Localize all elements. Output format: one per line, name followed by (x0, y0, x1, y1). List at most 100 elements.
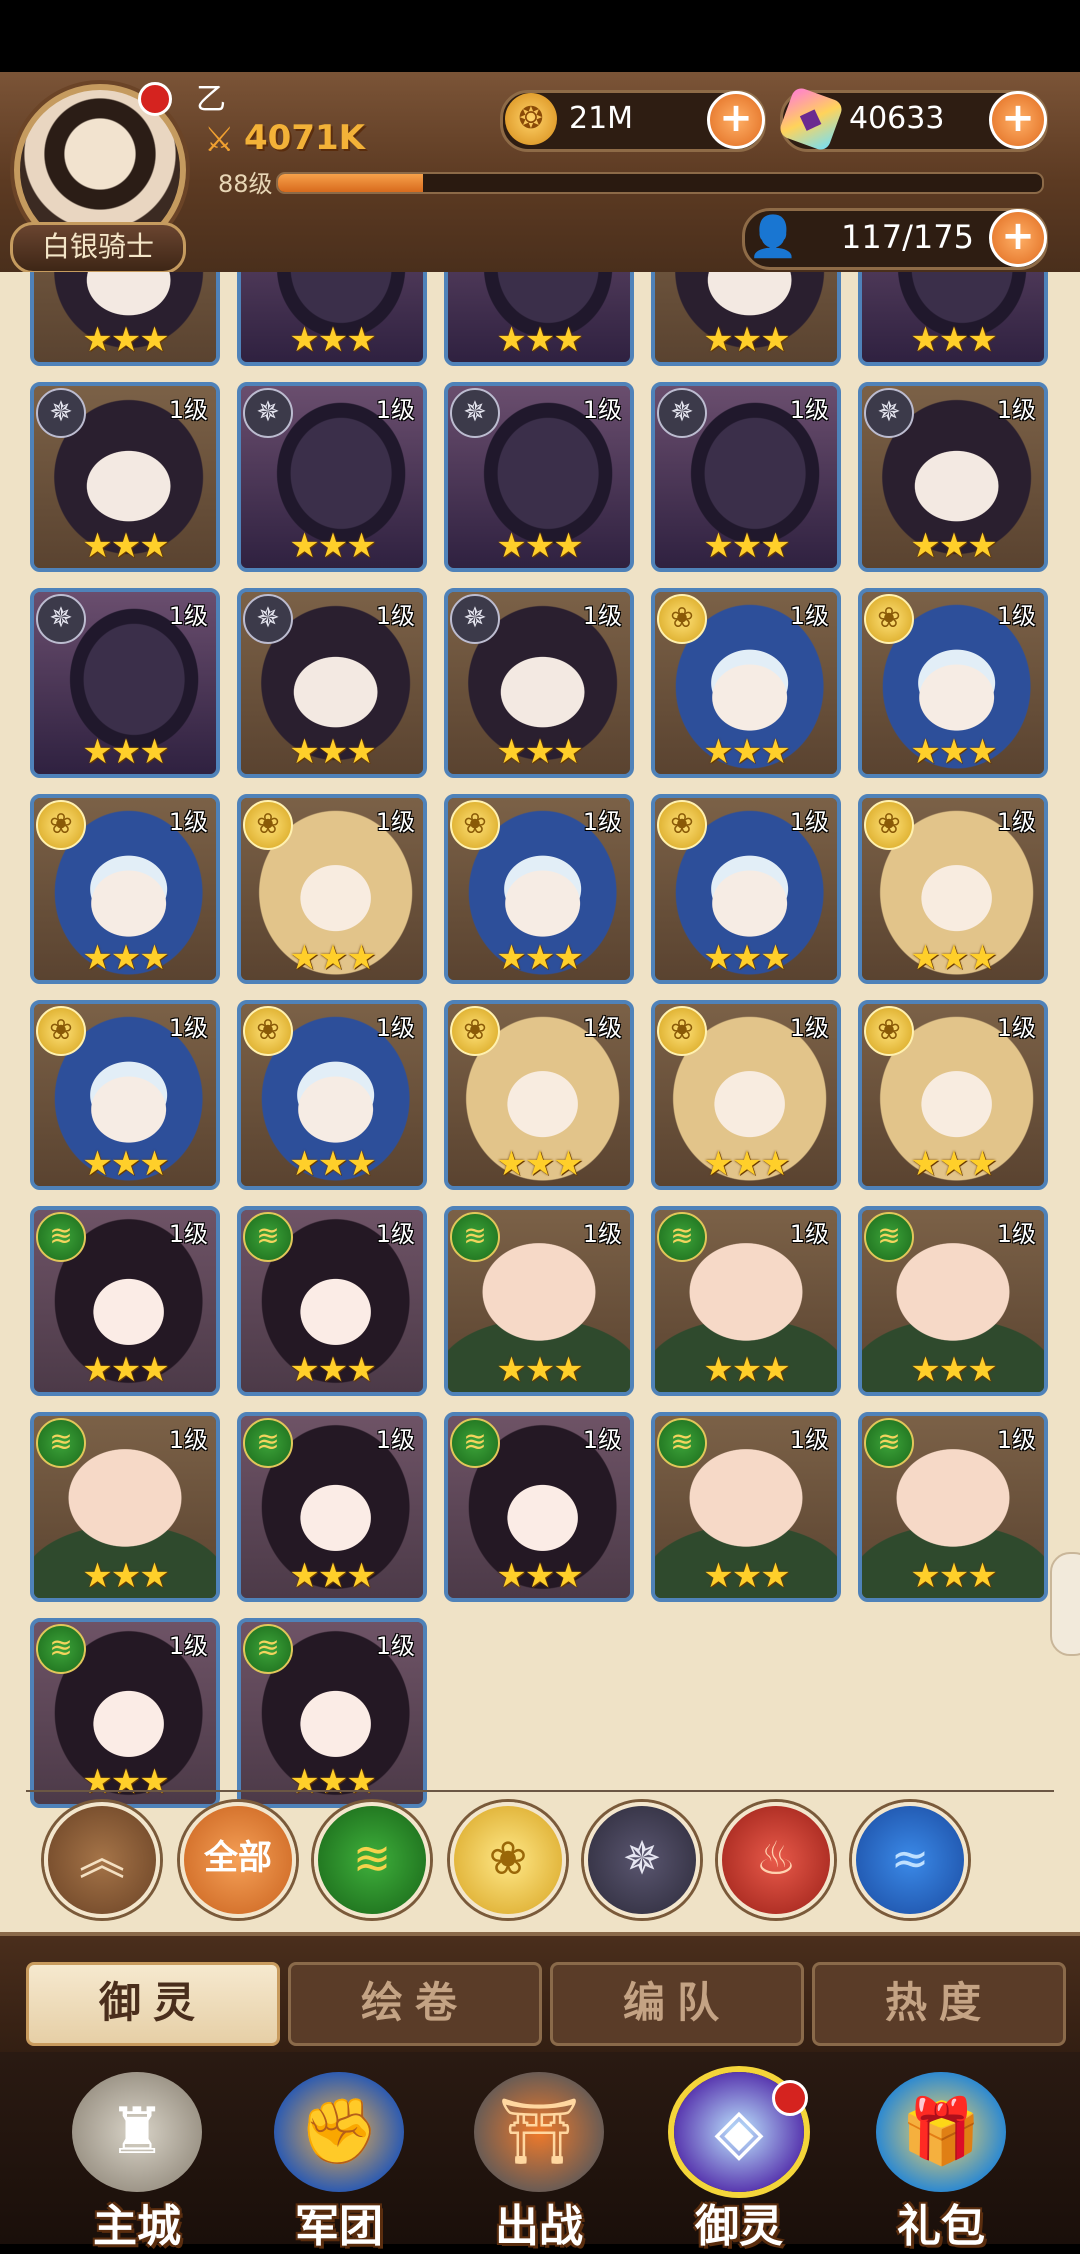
spirit-card[interactable]: ≋ 1级 ★★★ (444, 1206, 634, 1396)
tab-huijuan[interactable]: 绘卷 (288, 1962, 542, 2046)
dark-element-icon: ✵ (243, 594, 293, 644)
double-chevron-up-icon: ︽ (79, 1831, 125, 1885)
spirit-card[interactable]: ❀ 1级 ★★★ (858, 794, 1048, 984)
rose-element-icon: ❀ (488, 1831, 528, 1885)
spirit-card[interactable]: ✵ 1级 ★★★ (237, 588, 427, 778)
star-rating: ★★★ (496, 732, 583, 772)
spirit-card[interactable]: ≋ 1级 ★★★ (237, 1618, 427, 1808)
spirit-card[interactable]: ❀ 1级 ★★★ (651, 794, 841, 984)
spirit-card[interactable]: ★★★ (237, 272, 427, 366)
card-level: 1级 (582, 1014, 622, 1042)
spirit-collection: ★★★ ★★★ ★★★ ★★★ ★★★ ✵ 1级 ★★★ ✵ 1级 ★★★ ✵ 1级 ★★★ ✵ 1级 ★★★ ✵… (0, 272, 1080, 1932)
nav-spirits[interactable]: ◈ 御灵 (654, 2072, 824, 2252)
gold-element-icon: ❀ (243, 1006, 293, 1056)
filter-water-button[interactable]: ≈ (852, 1802, 968, 1918)
nav-label: 礼包 (897, 2201, 985, 2252)
star-rating: ★★★ (910, 732, 997, 772)
filter-dark-button[interactable]: ✵ (584, 1802, 700, 1918)
spirit-card[interactable]: ≋ 1级 ★★★ (30, 1206, 220, 1396)
spirit-card[interactable]: ❀ 1级 ★★★ (858, 588, 1048, 778)
spirit-card[interactable]: ✵ 1级 ★★★ (444, 588, 634, 778)
spirit-card[interactable]: ❀ 1级 ★★★ (444, 1000, 634, 1190)
gold-element-icon: ❀ (864, 594, 914, 644)
spirit-card[interactable]: ❀ 1级 ★★★ (651, 588, 841, 778)
star-rating: ★★★ (703, 1556, 790, 1596)
spirit-card[interactable]: ≋ 1级 ★★★ (237, 1206, 427, 1396)
spirit-card[interactable]: ≋ 1级 ★★★ (237, 1412, 427, 1602)
card-level: 1级 (375, 808, 415, 836)
add-gems-button[interactable]: + (989, 91, 1047, 149)
star-rating: ★★★ (910, 1350, 997, 1390)
card-level: 1级 (375, 1014, 415, 1042)
spirit-card[interactable]: ≋ 1级 ★★★ (30, 1412, 220, 1602)
wind-element-icon: ≋ (36, 1624, 86, 1674)
spirit-card[interactable]: ★★★ (30, 272, 220, 366)
spirit-card[interactable]: ✵ 1级 ★★★ (237, 382, 427, 572)
filter-wind-button[interactable]: ≋ (314, 1802, 430, 1918)
filter-all-button[interactable]: 全部 (180, 1802, 296, 1918)
nav-battle[interactable]: ⛩ 出战 (454, 2072, 624, 2252)
spirit-card[interactable]: ✵ 1级 ★★★ (444, 382, 634, 572)
add-capacity-button[interactable]: + (989, 209, 1047, 267)
collapse-filter-button[interactable]: ︽ (44, 1802, 160, 1918)
spirit-card[interactable]: ★★★ (444, 272, 634, 366)
spirit-card[interactable]: ✵ 1级 ★★★ (858, 382, 1048, 572)
star-rating: ★★★ (82, 1144, 169, 1184)
nav-legion[interactable]: ✊ 军团 (254, 2072, 424, 2252)
nav-label: 出战 (495, 2201, 583, 2252)
spirit-card[interactable]: ❀ 1级 ★★★ (237, 1000, 427, 1190)
spirit-card[interactable]: ❀ 1级 ★★★ (651, 1000, 841, 1190)
star-rating: ★★★ (910, 1556, 997, 1596)
spirit-card[interactable]: ✵ 1级 ★★★ (30, 588, 220, 778)
spirit-card[interactable]: ❀ 1级 ★★★ (858, 1000, 1048, 1190)
gold-coin-icon: ❂ (505, 93, 557, 145)
card-level: 1级 (582, 602, 622, 630)
spirit-card[interactable]: ❀ 1级 ★★★ (30, 1000, 220, 1190)
spirit-card[interactable]: ★★★ (858, 272, 1048, 366)
card-level: 1级 (789, 1426, 829, 1454)
nav-main-city[interactable]: ♜ 主城 (52, 2072, 222, 2252)
wind-element-icon: ≋ (657, 1212, 707, 1262)
tab-yuling[interactable]: 御灵 (26, 1962, 280, 2046)
spirit-card[interactable]: ≋ 1级 ★★★ (444, 1412, 634, 1602)
star-rating: ★★★ (289, 938, 376, 978)
spirit-card[interactable]: ≋ 1级 ★★★ (30, 1618, 220, 1808)
shop-stall-icon: 🎁 (876, 2072, 1006, 2192)
star-rating: ★★★ (703, 320, 790, 360)
star-rating: ★★★ (82, 938, 169, 978)
side-drawer-handle[interactable] (1050, 1552, 1080, 1656)
gold-element-icon: ❀ (657, 800, 707, 850)
filter-gold-button[interactable]: ❀ (450, 1802, 566, 1918)
card-level: 1级 (375, 1220, 415, 1248)
gem-counter: ◆ 40633 + (777, 85, 1048, 153)
wind-element-icon: ≋ (243, 1212, 293, 1262)
star-rating: ★★★ (496, 1556, 583, 1596)
spirit-card[interactable]: ≋ 1级 ★★★ (858, 1206, 1048, 1396)
angel-statue-icon: ♜ (72, 2072, 202, 2192)
spirit-card[interactable]: ✵ 1级 ★★★ (30, 382, 220, 572)
spirit-card[interactable]: ❀ 1级 ★★★ (444, 794, 634, 984)
star-rating: ★★★ (289, 732, 376, 772)
tab-bianduI[interactable]: 编队 (550, 1962, 804, 2046)
element-filter-bar: ︽ 全部 ≋ ❀ ✵ ♨ ≈ (0, 1790, 1080, 1932)
spirit-card[interactable]: ★★★ (651, 272, 841, 366)
card-level: 1级 (996, 1426, 1036, 1454)
spirit-card[interactable]: ❀ 1级 ★★★ (237, 794, 427, 984)
phoenix-element-icon: ♨ (755, 1831, 797, 1885)
notification-dot (138, 82, 172, 116)
star-rating: ★★★ (82, 526, 169, 566)
tab-redu[interactable]: 热度 (812, 1962, 1066, 2046)
dark-element-icon: ✵ (450, 388, 500, 438)
spirit-card[interactable]: ✵ 1级 ★★★ (651, 382, 841, 572)
wind-element-icon: ≋ (243, 1418, 293, 1468)
spirit-card[interactable]: ≋ 1级 ★★★ (651, 1412, 841, 1602)
card-level: 1级 (168, 1632, 208, 1660)
spirit-card[interactable]: ≋ 1级 ★★★ (858, 1412, 1048, 1602)
card-level: 1级 (789, 396, 829, 424)
spirit-card[interactable]: ≋ 1级 ★★★ (651, 1206, 841, 1396)
roster-capacity: 👤 117/175 + (742, 208, 1048, 270)
nav-gift[interactable]: 🎁 礼包 (856, 2072, 1026, 2252)
spirit-card[interactable]: ❀ 1级 ★★★ (30, 794, 220, 984)
filter-fire-button[interactable]: ♨ (718, 1802, 834, 1918)
add-gold-button[interactable]: + (707, 91, 765, 149)
